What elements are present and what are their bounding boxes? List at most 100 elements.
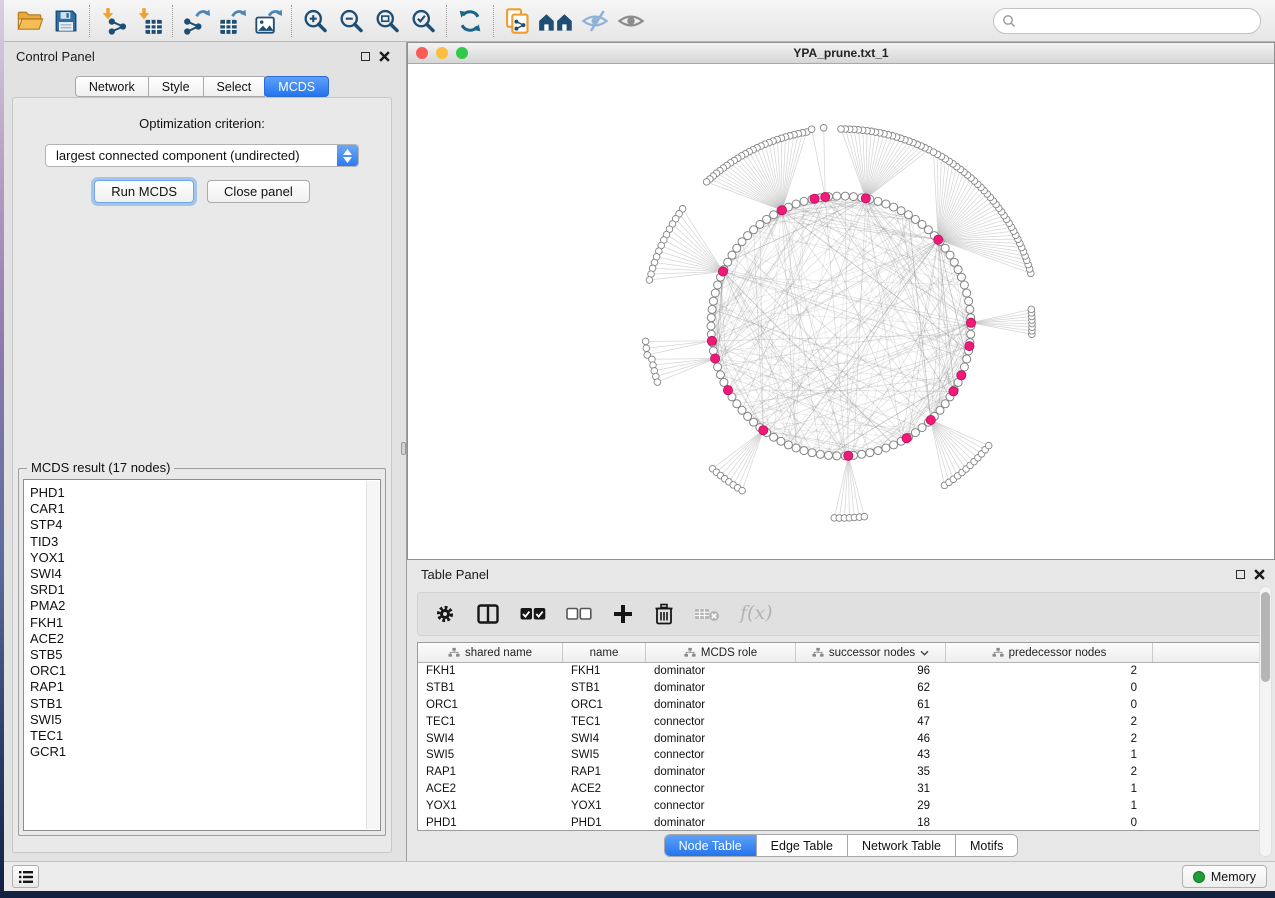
tab-style[interactable]: Style [148,76,204,97]
search-box[interactable] [993,8,1261,34]
select-all-rows-button[interactable] [520,607,546,621]
node-table[interactable]: shared namename MCDS role successor node… [417,642,1267,831]
task-history-button[interactable] [12,865,39,888]
column-header-name[interactable]: name [563,643,646,662]
search-input[interactable] [1021,14,1252,28]
panel-splitter[interactable] [400,42,407,861]
network-window-titlebar[interactable]: YPA_prune.txt_1 [408,43,1274,64]
tab-motifs[interactable]: Motifs [956,835,1017,856]
zoom-fit-button[interactable] [369,3,405,39]
table-row[interactable]: TEC1TEC1connector472 [418,713,1266,730]
zoom-in-icon [301,7,329,35]
open-folder-icon [16,8,44,34]
table-row[interactable]: YOX1YOX1connector291 [418,797,1266,814]
mcds-result-item[interactable]: GCR1 [30,744,380,760]
show-all-button[interactable] [613,3,649,39]
tab-edge-table[interactable]: Edge Table [757,835,848,856]
cell: 18 [796,817,946,829]
float-panel-icon[interactable] [361,52,370,61]
mcds-result-item[interactable]: PMA2 [30,598,380,614]
cell: PHD1 [418,817,563,829]
close-table-panel-icon[interactable] [1254,569,1265,580]
toolbar-separator [493,5,494,37]
tab-network-table[interactable]: Network Table [848,835,956,856]
column-header-predecessor-nodes[interactable]: predecessor nodes [946,643,1153,662]
mcds-result-item[interactable]: PHD1 [30,485,380,501]
table-row[interactable]: ORC1ORC1dominator610 [418,697,1266,714]
mcds-result-item[interactable]: TEC1 [30,728,380,744]
close-panel-icon[interactable] [379,51,390,62]
open-file-button[interactable] [12,3,48,39]
tab-select[interactable]: Select [203,76,266,97]
delete-column-button[interactable] [654,603,674,625]
table-scrollbar-thumb[interactable] [1261,592,1270,682]
tab-network[interactable]: Network [75,76,149,97]
export-table-button[interactable] [214,3,250,39]
column-header-MCDS-role[interactable]: MCDS role [646,643,796,662]
zoom-fit-icon [373,7,401,35]
mcds-result-item[interactable]: ACE2 [30,631,380,647]
table-row[interactable]: RAP1RAP1dominator352 [418,764,1266,781]
run-mcds-button[interactable]: Run MCDS [94,180,194,203]
mcds-result-item[interactable]: SWI4 [30,566,380,582]
table-row[interactable]: FKH1FKH1dominator962 [418,663,1266,680]
table-row[interactable]: ACE2ACE2connector311 [418,781,1266,798]
mcds-result-item[interactable]: TID3 [30,534,380,550]
list-scrollbar[interactable] [366,481,379,829]
cell: PHD1 [563,817,646,829]
column-header-shared-name[interactable]: shared name [418,643,563,662]
table-row[interactable]: SWI5SWI5connector431 [418,747,1266,764]
first-neighbors-button[interactable] [535,3,577,39]
column-header-successor-nodes[interactable]: successor nodes [796,643,946,662]
memory-button[interactable]: Memory [1182,865,1267,888]
houses-icon [538,7,574,35]
table-row[interactable]: STB1STB1dominator620 [418,680,1266,697]
mcds-result-item[interactable]: FKH1 [30,615,380,631]
export-network-button[interactable] [178,3,214,39]
duplicate-network-button[interactable] [499,3,535,39]
cell: STB1 [563,682,646,694]
mcds-result-item[interactable]: CAR1 [30,501,380,517]
table-row[interactable]: PHD1PHD1dominator180 [418,814,1266,831]
cell: TEC1 [563,716,646,728]
mcds-result-group: MCDS result (17 nodes) PHD1CAR1STP4TID3Y… [18,468,386,836]
tab-node-table[interactable]: Node Table [665,835,757,856]
cell: dominator [646,699,796,711]
cell: 47 [796,716,946,728]
hide-selected-button[interactable] [577,3,613,39]
import-table-button[interactable] [131,3,167,39]
float-table-panel-icon[interactable] [1236,570,1245,579]
close-panel-button[interactable]: Close panel [207,180,310,203]
zoom-selected-button[interactable] [405,3,441,39]
mcds-result-item[interactable]: SRD1 [30,582,380,598]
criterion-select[interactable]: largest connected component (undirected) [45,144,359,167]
zoom-out-button[interactable] [333,3,369,39]
mcds-result-item[interactable]: YOX1 [30,550,380,566]
save-session-button[interactable] [48,3,84,39]
import-network-button[interactable] [95,3,131,39]
network-canvas[interactable] [408,64,1274,560]
cell: 35 [796,766,946,778]
table-row[interactable]: SWI4SWI4dominator462 [418,730,1266,747]
mcds-result-item[interactable]: STB5 [30,647,380,663]
mcds-result-list[interactable]: PHD1CAR1STP4TID3YOX1SWI4SRD1PMA2FKH1ACE2… [23,479,381,831]
splitter-grip-icon[interactable] [401,442,406,455]
mcds-result-item[interactable]: RAP1 [30,679,380,695]
refresh-view-button[interactable] [452,3,488,39]
table-scrollbar[interactable] [1259,586,1272,857]
deselect-all-rows-button[interactable] [566,607,592,621]
mcds-result-item[interactable]: STP4 [30,517,380,533]
attribute-type-icon [812,647,824,658]
trash-icon [654,603,674,625]
tab-mcds[interactable]: MCDS [264,76,329,97]
table-settings-button[interactable] [434,603,456,625]
zoom-in-button[interactable] [297,3,333,39]
add-column-button[interactable] [612,603,634,625]
mcds-result-item[interactable]: ORC1 [30,663,380,679]
delete-table-icon [694,605,720,623]
export-image-button[interactable] [250,3,286,39]
mcds-result-item[interactable]: SWI5 [30,712,380,728]
optimization-criterion-label: Optimization criterion: [13,116,391,131]
show-columns-button[interactable] [476,603,500,625]
mcds-result-item[interactable]: STB1 [30,696,380,712]
